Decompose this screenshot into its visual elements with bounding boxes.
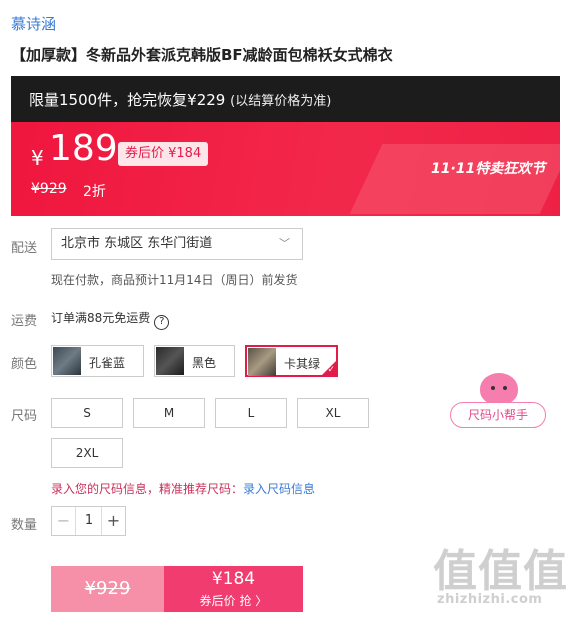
original-price-button[interactable]: ¥929 [51, 566, 164, 612]
buy-action-label: 券后价 抢 〉 [199, 594, 268, 608]
shop-name-link[interactable]: 慕诗涵 [11, 13, 56, 34]
size-tip-text: 录入您的尺码信息，精准推荐尺码： [51, 482, 244, 496]
color-thumbnail [248, 348, 276, 376]
size-label: 尺码 [11, 409, 38, 424]
color-option-label: 黑色 [192, 356, 217, 370]
size-option-l[interactable]: L [215, 398, 287, 428]
freight-label: 运费 [11, 314, 38, 329]
check-icon: ✓ [327, 365, 335, 375]
color-option-label: 卡其绿 [284, 357, 321, 371]
address-select[interactable]: 北京市 东城区 东华门街道 ﹀ [51, 228, 303, 260]
size-helper[interactable]: 尺码小帮手 [450, 373, 546, 429]
coupon-price-badge: 券后价 ¥184 [118, 142, 209, 166]
discount-label: 2折 [83, 184, 106, 200]
quantity-stepper: − 1 + [51, 506, 126, 536]
product-title: 【加厚款】冬新品外套派克韩版BF减龄面包棉袄女式棉衣 [11, 46, 393, 64]
price-panel: ¥ 189 券后价 ¥184 ¥929 2折 11·11特卖狂欢节 [11, 122, 560, 216]
original-price: ¥929 [31, 181, 67, 197]
promo-sub-text: (以结算价格为准) [230, 94, 332, 109]
size-helper-button[interactable]: 尺码小帮手 [450, 402, 546, 428]
color-label: 颜色 [11, 357, 38, 372]
promo-banner: 限量1500件，抢完恢复¥229 (以结算价格为准) [11, 76, 560, 122]
color-option-peacock-blue[interactable]: 孔雀蓝 [51, 345, 144, 377]
mascot-eye [491, 386, 495, 390]
mascot-eye [503, 386, 507, 390]
color-option-black[interactable]: 黑色 [154, 345, 235, 377]
festival-label: 11·11特卖狂欢节 [431, 161, 546, 177]
color-option-khaki-green[interactable]: 卡其绿 ✓ [245, 345, 338, 377]
currency-symbol: ¥ [31, 146, 44, 170]
watermark-logo: 值值值 zhizhizhi.com [433, 535, 583, 615]
promo-main-text: 限量1500件，抢完恢复¥229 [29, 91, 226, 109]
ship-time-text: 现在付款，商品预计11月14日（周日）前发货 [51, 273, 298, 287]
quantity-increase-button[interactable]: + [101, 507, 125, 535]
size-option-2xl[interactable]: 2XL [51, 438, 123, 468]
color-thumbnail [156, 347, 184, 375]
decorative-tag-shape [349, 144, 560, 214]
promo-text: 限量1500件，抢完恢复¥229 (以结算价格为准) [29, 89, 331, 110]
quantity-label: 数量 [11, 518, 38, 533]
help-icon[interactable]: ? [154, 315, 170, 330]
mascot-icon [480, 373, 518, 405]
buy-now-button[interactable]: ¥184 券后价 抢 〉 [164, 566, 303, 612]
shipping-label: 配送 [11, 241, 38, 256]
address-value: 北京市 东城区 东华门街道 [61, 236, 213, 251]
color-thumbnail [53, 347, 81, 375]
freight-info: 订单满88元免运费? [51, 309, 170, 330]
size-tip: 录入您的尺码信息，精准推荐尺码：录入尺码信息 [51, 480, 315, 497]
size-option-xl[interactable]: XL [297, 398, 369, 428]
quantity-decrease-button[interactable]: − [52, 507, 76, 535]
watermark-text: 值值值 [433, 546, 568, 597]
size-option-m[interactable]: M [133, 398, 205, 428]
buy-price: ¥184 [211, 569, 256, 589]
size-option-s[interactable]: S [51, 398, 123, 428]
freight-text: 订单满88元免运费 [51, 311, 151, 325]
color-option-label: 孔雀蓝 [89, 356, 126, 370]
quantity-input[interactable]: 1 [76, 507, 102, 535]
chevron-down-icon: ﹀ [279, 237, 290, 250]
watermark-domain: zhizhizhi.com [437, 592, 543, 607]
current-price: 189 [49, 128, 118, 169]
size-info-link[interactable]: 录入尺码信息 [243, 482, 315, 496]
